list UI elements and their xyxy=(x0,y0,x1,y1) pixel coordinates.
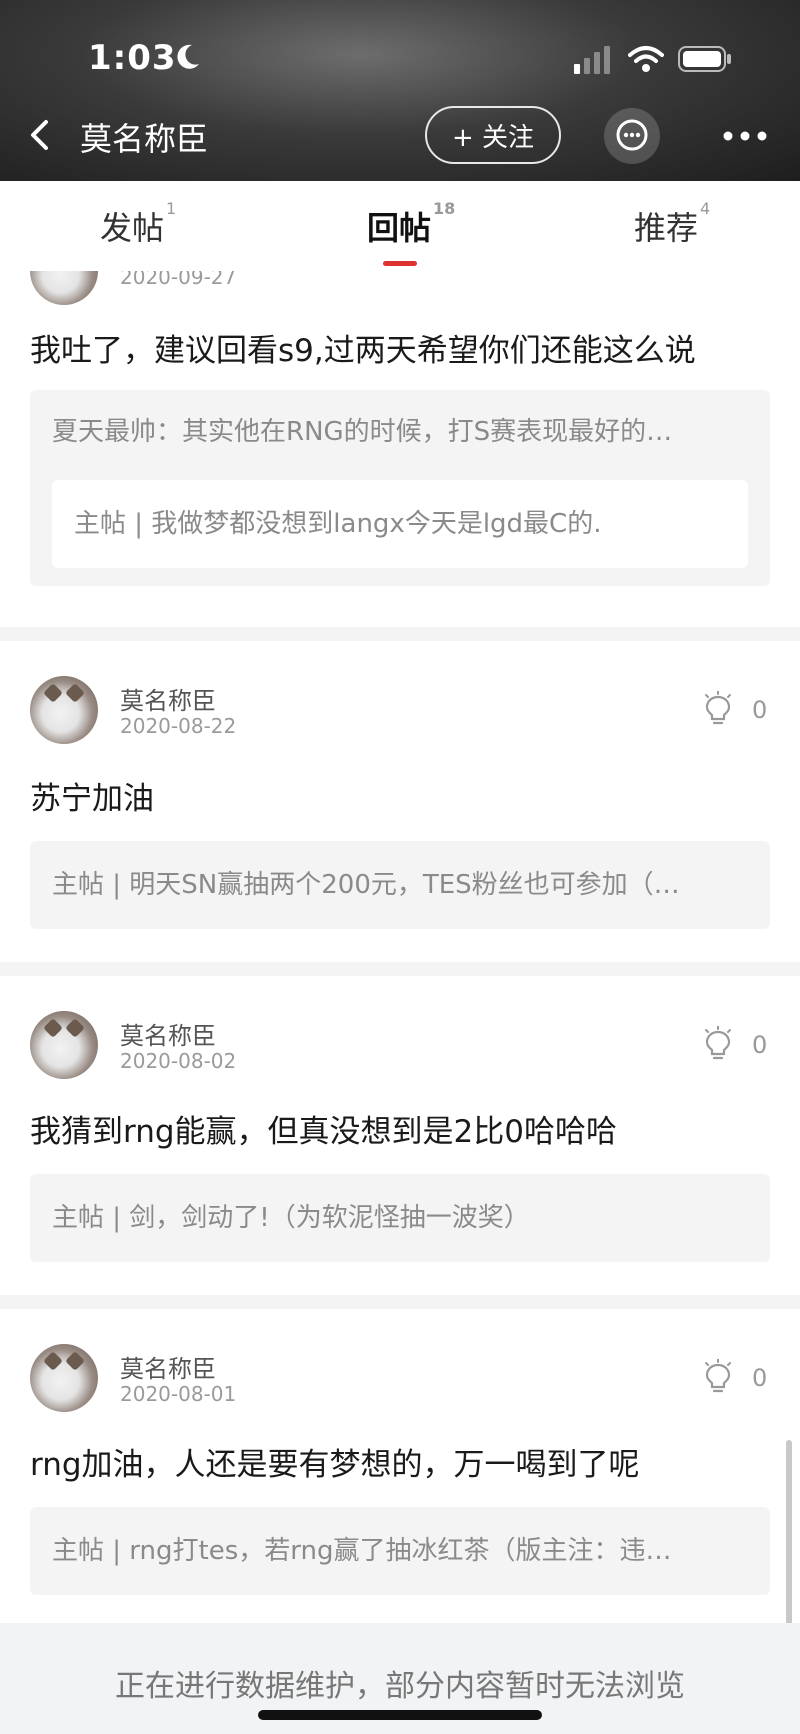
tab-posts[interactable]: 发帖1 xyxy=(100,199,176,249)
lightbulb-icon[interactable] xyxy=(702,691,734,727)
follow-button[interactable]: + 关注 xyxy=(425,106,561,164)
home-indicator[interactable] xyxy=(258,1710,542,1720)
reply-card: 莫名称臣 2020-08-01 0 rng加油，人还是要有梦想的，万一喝到了呢 … xyxy=(0,1309,800,1623)
divider xyxy=(0,962,800,976)
reply-date: 2020-09-27 xyxy=(120,271,237,289)
avatar[interactable] xyxy=(30,1344,98,1412)
battery-icon xyxy=(678,46,731,72)
reply-card: 2020-09-27 我吐了，建议回看s9,过两天希望你们还能这么说 夏天最帅：… xyxy=(0,271,800,627)
like-count: 0 xyxy=(752,1031,768,1059)
profile-name: 莫名称臣 xyxy=(80,120,209,158)
lightbulb-icon[interactable] xyxy=(702,1359,734,1395)
reply-feed[interactable]: 2020-09-27 我吐了，建议回看s9,过两天希望你们还能这么说 夏天最帅：… xyxy=(0,271,800,1623)
quoted-reply[interactable]: 夏天最帅：其实他在RNG的时候，打S赛表现最好的… 主帖 | 我做梦都没想到la… xyxy=(30,390,770,586)
main-post-link[interactable]: 主帖 | 明天SN赢抽两个200元，TES粉丝也可参加（… xyxy=(30,841,770,929)
status-bar: 1:03 xyxy=(0,0,800,110)
tab-recommend[interactable]: 推荐4 xyxy=(634,199,710,249)
more-options-icon[interactable] xyxy=(720,116,770,156)
reply-date: 2020-08-01 xyxy=(120,1382,237,1406)
tab-replies[interactable]: 回帖18 xyxy=(367,199,455,249)
avatar[interactable] xyxy=(30,1011,98,1079)
like-count: 0 xyxy=(752,1364,768,1392)
wifi-icon xyxy=(628,46,664,72)
main-post-link[interactable]: 主帖 | 剑，剑动了!（为软泥怪抽一波奖） xyxy=(30,1174,770,1262)
tab-recommend-count: 4 xyxy=(700,199,711,218)
moon-icon xyxy=(177,44,199,69)
lightbulb-icon[interactable] xyxy=(702,1026,734,1062)
username[interactable]: 莫名称臣 xyxy=(120,681,216,716)
back-arrow-icon[interactable] xyxy=(26,118,56,152)
message-button[interactable] xyxy=(604,108,660,164)
maintenance-notice: 正在进行数据维护，部分内容暂时无法浏览 xyxy=(115,1669,685,1704)
tab-recommend-label: 推荐 xyxy=(634,209,699,247)
active-tab-indicator xyxy=(383,261,417,266)
reply-card: 莫名称臣 2020-08-02 0 我猜到rng能赢，但真没想到是2比0哈哈哈 … xyxy=(0,976,800,1295)
reply-content[interactable]: 我吐了，建议回看s9,过两天希望你们还能这么说 xyxy=(30,325,696,370)
avatar[interactable] xyxy=(30,271,98,305)
divider xyxy=(0,627,800,641)
quoted-text: 夏天最帅：其实他在RNG的时候，打S赛表现最好的… xyxy=(52,417,673,447)
reply-date: 2020-08-02 xyxy=(120,1049,237,1073)
reply-content[interactable]: 苏宁加油 xyxy=(30,773,154,818)
tab-replies-count: 18 xyxy=(433,199,456,218)
reply-content[interactable]: rng加油，人还是要有梦想的，万一喝到了呢 xyxy=(30,1439,640,1484)
tab-posts-count: 1 xyxy=(166,199,177,218)
like-count: 0 xyxy=(752,696,768,724)
maintenance-banner: 正在进行数据维护，部分内容暂时无法浏览 xyxy=(0,1623,800,1734)
tab-replies-label: 回帖 xyxy=(367,209,432,247)
chat-bubble-icon xyxy=(616,119,648,151)
profile-header: 1:03 莫名称臣 + 关注 xyxy=(0,0,800,181)
reply-date: 2020-08-22 xyxy=(120,714,237,738)
status-time: 1:03 xyxy=(88,38,177,78)
tab-posts-label: 发帖 xyxy=(100,209,165,247)
username[interactable]: 莫名称臣 xyxy=(120,1016,216,1051)
main-post-link[interactable]: 主帖 | rng打tes，若rng赢了抽冰红茶（版主注：违… xyxy=(30,1507,770,1595)
reply-content[interactable]: 我猜到rng能赢，但真没想到是2比0哈哈哈 xyxy=(30,1106,617,1151)
signal-icon xyxy=(574,46,610,74)
reply-card: 莫名称臣 2020-08-22 0 苏宁加油 主帖 | 明天SN赢抽两个200元… xyxy=(0,641,800,962)
main-post-link[interactable]: 主帖 | 我做梦都没想到langx今天是lgd最C的. xyxy=(52,480,748,568)
divider xyxy=(0,1295,800,1309)
nav-bar: 莫名称臣 + 关注 xyxy=(0,100,800,180)
tab-bar: 发帖1 回帖18 推荐4 xyxy=(0,181,800,271)
username[interactable]: 莫名称臣 xyxy=(120,1349,216,1384)
avatar[interactable] xyxy=(30,676,98,744)
